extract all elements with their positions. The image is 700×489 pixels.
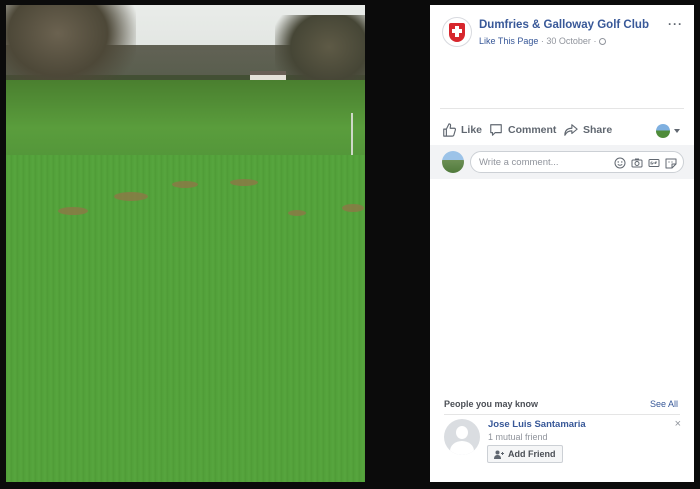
post-date[interactable]: 30 October [546, 36, 591, 46]
camera-icon[interactable] [630, 156, 643, 169]
like-label: Like [461, 124, 483, 136]
audience-selector[interactable] [656, 124, 680, 138]
mutual-friends-count[interactable]: 1 mutual friend [488, 432, 548, 442]
meta-separator: · [540, 36, 544, 46]
avatar [656, 124, 670, 138]
photo-divot [172, 181, 198, 188]
post-panel: Dumfries & Galloway Golf Club Like This … [430, 5, 694, 482]
thumbs-up-icon [443, 123, 456, 137]
comment-bubble-icon [490, 124, 502, 136]
divider [444, 414, 680, 415]
see-all-link[interactable]: See All [650, 399, 678, 409]
post-meta: Like This Page · 30 October · [479, 36, 606, 46]
comment-composer: Write a comment... [430, 145, 694, 179]
comment-input[interactable]: Write a comment... [470, 151, 684, 173]
more-options-button[interactable]: ··· [668, 17, 683, 31]
meta-separator: · [593, 36, 597, 46]
close-icon[interactable]: × [675, 418, 681, 430]
share-label: Share [583, 124, 613, 136]
photo-divot [114, 192, 148, 201]
person-name-link[interactable]: Jose Luis Santamaria [488, 419, 586, 430]
photo-divot [58, 207, 88, 215]
photo-divot [288, 210, 306, 216]
people-you-may-know-title: People you may know [444, 399, 539, 409]
post-photo[interactable] [6, 5, 365, 482]
photo-green [6, 155, 365, 482]
post-actions: Like Comment Share [430, 113, 694, 145]
add-friend-button[interactable]: Add Friend [487, 445, 563, 463]
photo-divot [230, 179, 258, 186]
page-name-link[interactable]: Dumfries & Galloway Golf Club [479, 19, 649, 31]
share-arrow-icon [564, 124, 578, 136]
comment-button[interactable]: Comment [489, 123, 556, 137]
add-friend-label: Add Friend [508, 449, 556, 459]
avatar [442, 151, 464, 173]
avatar[interactable] [444, 419, 480, 455]
comment-placeholder: Write a comment... [479, 157, 559, 168]
like-button[interactable]: Like [442, 123, 482, 137]
sticker-icon[interactable] [664, 156, 677, 169]
globe-icon [598, 38, 606, 45]
chevron-down-icon [674, 129, 680, 133]
share-button[interactable]: Share [564, 123, 612, 137]
photo-flagpole [351, 113, 353, 161]
club-crest-icon[interactable] [442, 17, 472, 47]
photo-fairway [6, 80, 365, 160]
add-friend-icon [494, 450, 504, 459]
emoji-icon[interactable] [613, 156, 626, 169]
comment-label: Comment [508, 124, 557, 136]
divider [440, 108, 684, 109]
comment-tools [613, 156, 677, 169]
gif-icon[interactable] [647, 156, 660, 169]
photo-divot [342, 204, 364, 212]
like-page-link[interactable]: Like This Page [479, 36, 538, 46]
